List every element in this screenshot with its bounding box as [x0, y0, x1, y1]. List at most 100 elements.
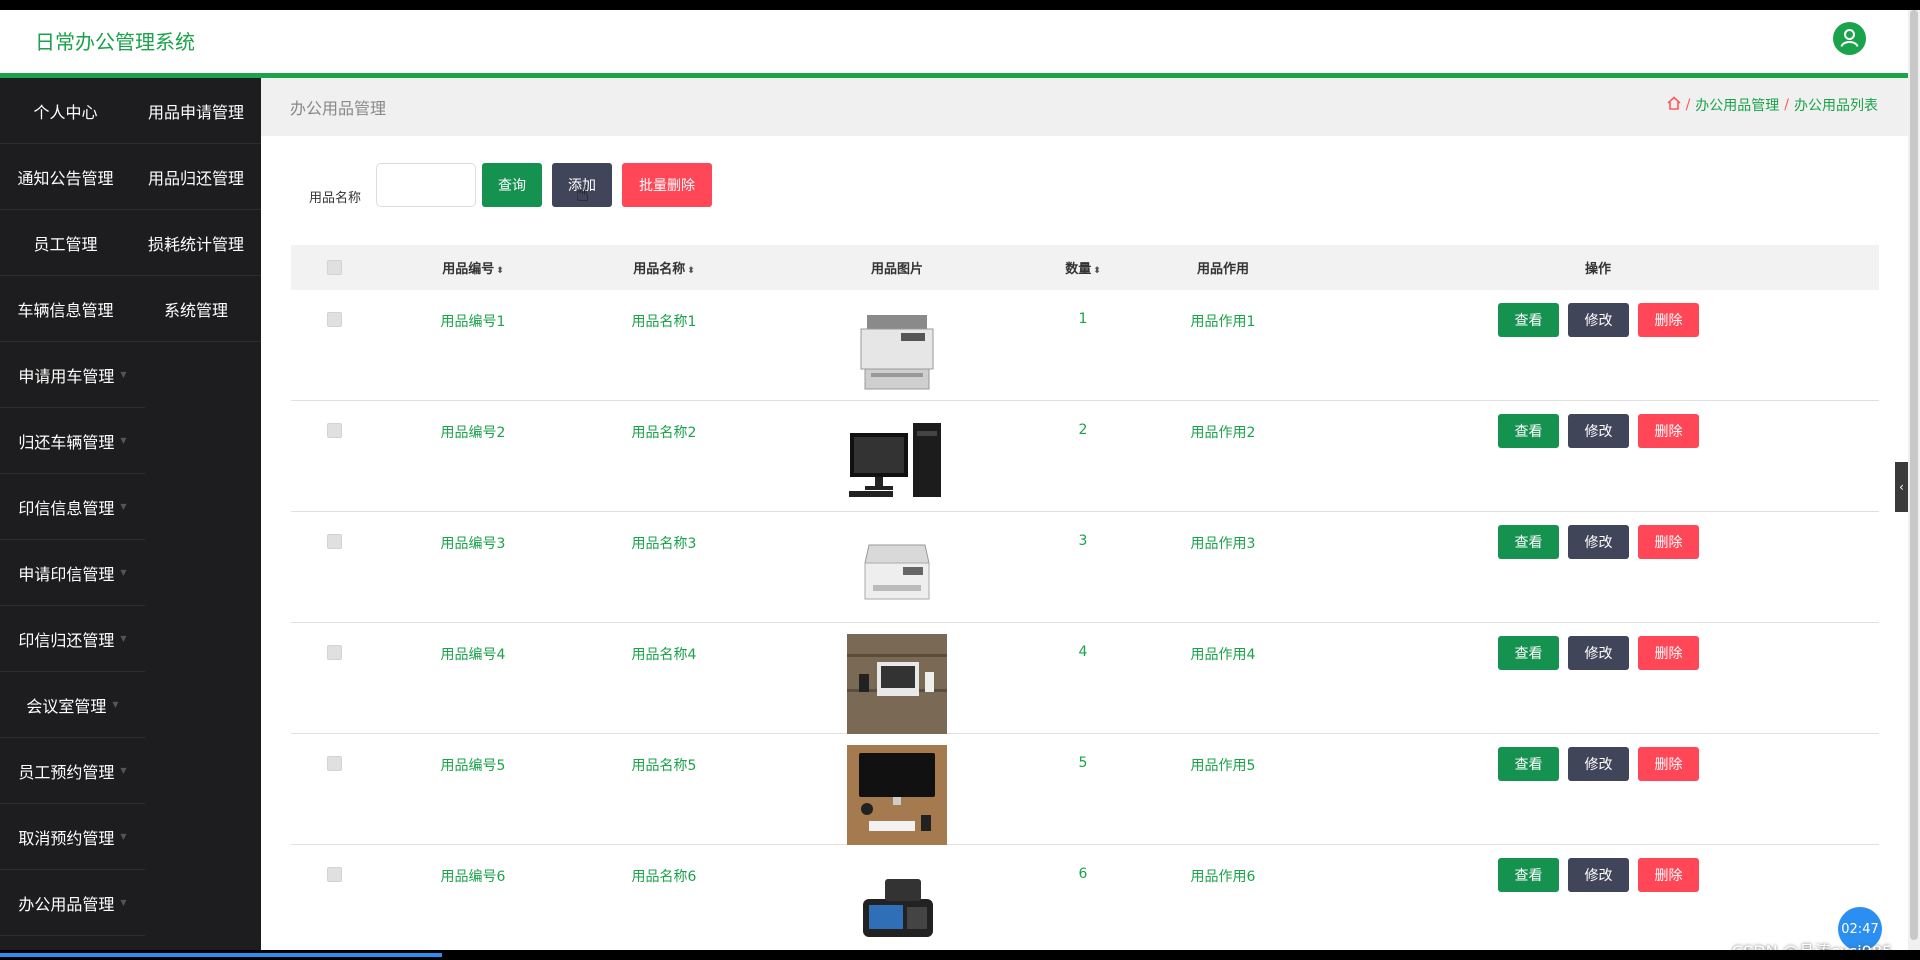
sidebar-item[interactable]: 印信归还管理 ▼: [0, 606, 145, 672]
cell-code: 用品编号1: [440, 314, 506, 330]
sidebar-item-label: 员工管理: [33, 234, 98, 254]
cell-quantity: 5: [1078, 755, 1088, 771]
header-image: 用品图片: [870, 262, 924, 277]
chevron-down-icon: ▼: [120, 766, 127, 775]
table-row: 用品编号3 用品名称3 3 用品作用3 查看 修改 删除: [291, 512, 1879, 623]
row-checkbox[interactable]: [327, 645, 342, 660]
sidebar-item[interactable]: 申请印信管理 ▼: [0, 540, 145, 606]
user-avatar-icon[interactable]: [1833, 22, 1866, 55]
sort-icon[interactable]: ⬍: [496, 266, 504, 276]
cell-quantity: 4: [1078, 644, 1088, 660]
sort-icon[interactable]: ⬍: [687, 266, 695, 276]
cell-name: 用品名称1: [631, 314, 697, 330]
batch-delete-button[interactable]: 批量删除: [622, 163, 712, 207]
sidebar: 个人中心 用品申请管理通知公告管理 用品归还管理员工管理 损耗统计管理 车辆信息管理 系统…: [0, 78, 261, 950]
edit-button[interactable]: 修改: [1568, 303, 1629, 337]
sidebar-item[interactable]: 办公用品管理 ▼: [0, 870, 145, 936]
view-button[interactable]: 查看: [1498, 747, 1559, 781]
row-checkbox[interactable]: [327, 312, 342, 327]
view-button[interactable]: 查看: [1498, 303, 1559, 337]
cell-usage: 用品作用3: [1190, 536, 1256, 552]
table-row: 用品编号2 用品名称2 2 用品作用2 查看 修改 删除: [291, 401, 1879, 512]
header-usage: 用品作用: [1196, 262, 1250, 277]
cell-code: 用品编号3: [440, 536, 506, 552]
sidebar-item[interactable]: 员工预约管理 ▼: [0, 738, 145, 804]
sidebar-item-label: 个人中心: [33, 102, 98, 122]
sidebar-item[interactable]: 损耗统计管理: [131, 210, 261, 276]
delete-button[interactable]: 删除: [1638, 303, 1699, 337]
scrollbar-thumb[interactable]: [1910, 10, 1918, 940]
video-progress-bar[interactable]: [0, 950, 1920, 960]
collapse-panel-icon[interactable]: ‹: [1895, 462, 1908, 512]
header-name[interactable]: 用品名称 ⬍: [633, 258, 695, 277]
vertical-scrollbar[interactable]: [1908, 10, 1920, 950]
cell-name: 用品名称5: [631, 758, 697, 774]
sidebar-item[interactable]: 用品归还管理: [131, 144, 261, 210]
cell-usage: 用品作用4: [1190, 647, 1256, 663]
sidebar-item-label: 通知公告管理: [17, 168, 114, 188]
row-checkbox[interactable]: [327, 423, 342, 438]
table-row: 用品编号5 用品名称5 5 用品作用5 查看 修改 删除: [291, 734, 1879, 845]
copier-image: [847, 523, 947, 623]
sidebar-item[interactable]: 印信信息管理 ▼: [0, 474, 145, 540]
home-icon[interactable]: [1667, 96, 1681, 114]
select-all-checkbox[interactable]: [327, 260, 342, 275]
table-row: 用品编号1 用品名称1 1 用品作用1 查看 修改 删除: [291, 290, 1879, 401]
header-code[interactable]: 用品编号 ⬍: [442, 258, 504, 277]
delete-button[interactable]: 删除: [1638, 747, 1699, 781]
table-row: 用品编号4 用品名称4 4 用品作用4 查看 修改 删除: [291, 623, 1879, 734]
sidebar-item[interactable]: 个人中心: [0, 78, 131, 144]
edit-button[interactable]: 修改: [1568, 414, 1629, 448]
edit-button[interactable]: 修改: [1568, 747, 1629, 781]
watermark: CSDN @晶涛cxsj985: [1732, 938, 1892, 950]
view-button[interactable]: 查看: [1498, 636, 1559, 670]
header-quantity[interactable]: 数量 ⬍: [1065, 258, 1101, 277]
breadcrumb-item-list[interactable]: 办公用品列表: [1794, 95, 1878, 115]
chevron-down-icon: ▼: [120, 832, 127, 841]
sidebar-item[interactable]: 申请用车管理 ▼: [0, 342, 145, 408]
edit-button[interactable]: 修改: [1568, 636, 1629, 670]
sidebar-item-label: 取消预约管理: [18, 828, 115, 848]
sidebar-item-label: 员工预约管理: [18, 762, 115, 782]
laptop-on-desk-image: [847, 634, 947, 734]
cell-code: 用品编号4: [440, 647, 506, 663]
breadcrumb-item-management[interactable]: 办公用品管理: [1695, 95, 1779, 115]
sidebar-item-label: 用品申请管理: [147, 102, 244, 122]
desktop-computer-image: [847, 412, 947, 512]
query-button[interactable]: 查询: [482, 163, 542, 207]
cell-quantity: 6: [1078, 866, 1088, 882]
edit-button[interactable]: 修改: [1568, 525, 1629, 559]
delete-button[interactable]: 删除: [1638, 858, 1699, 892]
delete-button[interactable]: 删除: [1638, 414, 1699, 448]
sidebar-item[interactable]: 车辆信息管理: [0, 276, 131, 342]
sidebar-item[interactable]: 归还车辆管理 ▼: [0, 408, 145, 474]
row-checkbox[interactable]: [327, 534, 342, 549]
cell-code: 用品编号6: [440, 869, 506, 885]
edit-button[interactable]: 修改: [1568, 858, 1629, 892]
sidebar-item[interactable]: 用品申请管理: [131, 78, 261, 144]
chevron-down-icon: ▼: [120, 568, 127, 577]
search-input[interactable]: [376, 163, 476, 207]
sidebar-item[interactable]: 通知公告管理: [0, 144, 131, 210]
app-title: 日常办公管理系统: [35, 30, 195, 54]
sidebar-item[interactable]: 员工管理: [0, 210, 131, 276]
video-progress-fill: [0, 953, 442, 957]
multifunction-printer-image: [847, 301, 947, 401]
row-checkbox[interactable]: [327, 867, 342, 882]
view-button[interactable]: 查看: [1498, 858, 1559, 892]
chevron-down-icon: ▼: [120, 370, 127, 379]
hand-cursor-icon: ☝: [576, 182, 590, 207]
sidebar-item[interactable]: 取消预约管理 ▼: [0, 804, 145, 870]
view-button[interactable]: 查看: [1498, 414, 1559, 448]
delete-button[interactable]: 删除: [1638, 525, 1699, 559]
chevron-down-icon: ▼: [120, 436, 127, 445]
delete-button[interactable]: 删除: [1638, 636, 1699, 670]
breadcrumb-separator: /: [1685, 97, 1691, 113]
row-checkbox[interactable]: [327, 756, 342, 771]
search-label: 用品名称: [309, 191, 362, 206]
view-button[interactable]: 查看: [1498, 525, 1559, 559]
sidebar-item[interactable]: 会议室管理 ▼: [0, 672, 145, 738]
sidebar-item[interactable]: 系统管理: [131, 276, 261, 342]
sort-icon[interactable]: ⬍: [1093, 266, 1101, 276]
sidebar-item-label: 办公用品管理: [18, 894, 115, 914]
